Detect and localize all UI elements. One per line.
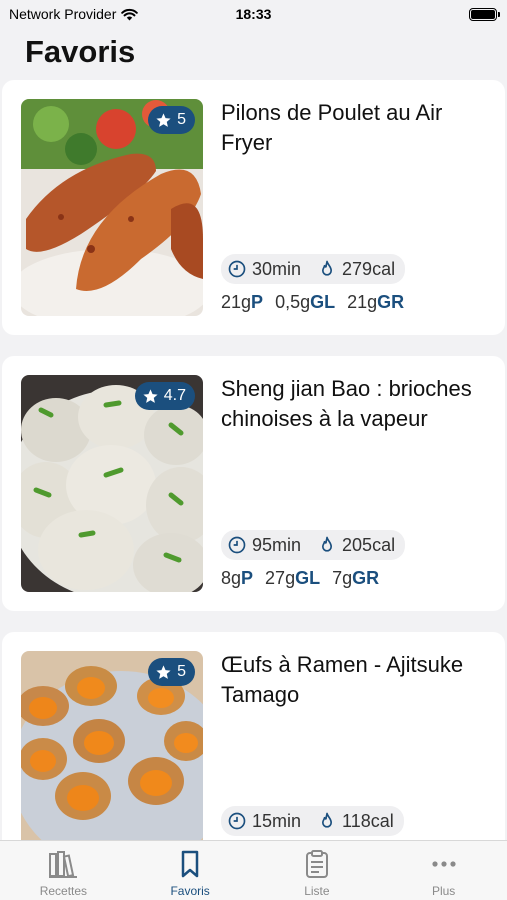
macro-protein: 21gP (221, 292, 264, 312)
star-icon (143, 388, 158, 403)
more-icon (432, 861, 456, 867)
tab-favoris[interactable]: Favoris (127, 841, 254, 900)
recipe-image: 4.7 (21, 375, 203, 592)
recipe-title: Pilons de Poulet au Air Fryer (221, 100, 443, 155)
rating-value: 4.7 (163, 387, 186, 404)
recipe-title: Sheng jian Bao : brioches chinoises à la… (221, 376, 472, 431)
carrier-label: Network Provider (9, 6, 117, 22)
flame-icon (322, 812, 333, 828)
rating-value: 5 (177, 663, 186, 680)
recipe-calories: 118cal (342, 810, 394, 831)
rating-badge: 4.7 (134, 382, 195, 410)
rating-value: 5 (177, 111, 186, 128)
star-icon (156, 112, 171, 127)
tab-recettes[interactable]: Recettes (0, 841, 127, 900)
recipe-calories: 205cal (342, 534, 396, 555)
macro-protein: 8gP (221, 568, 254, 588)
recipe-time: 30min (252, 258, 302, 279)
page-title: Favoris (25, 34, 136, 69)
tab-label: Favoris (170, 884, 210, 898)
tab-bar: Recettes Favoris Liste Plus (0, 840, 507, 900)
recipe-meta: 15min 118cal (221, 806, 404, 836)
recipe-macros: 21gP 0,5gGL 21gGR (221, 292, 404, 313)
flame-icon (322, 260, 333, 276)
battery-icon (469, 7, 500, 21)
recipe-image: 5 (21, 651, 203, 840)
tab-liste[interactable]: Liste (254, 841, 381, 900)
tab-plus[interactable]: Plus (380, 841, 507, 900)
macro-carbs: 7gGR (332, 568, 380, 588)
status-bar: Network Provider 18:33 (0, 0, 507, 28)
clock-icon (228, 536, 246, 554)
recipe-card[interactable]: 5 Œufs à Ramen - Ajitsuke Tamago 15min 1… (2, 632, 505, 840)
star-icon (156, 664, 171, 679)
bookmark-icon (181, 850, 199, 878)
recipe-macros: 8gP 27gGL 7gGR (221, 568, 379, 589)
macro-carbs: 21gGR (347, 292, 405, 312)
wifi-icon (121, 8, 139, 20)
recipe-list[interactable]: 5 Pilons de Poulet au Air Fryer 30min 27… (0, 80, 507, 840)
recipe-calories: 279cal (342, 258, 396, 279)
recipe-meta: 95min 205cal (221, 530, 406, 560)
clipboard-icon (305, 850, 328, 878)
recipe-card[interactable]: 4.7 Sheng jian Bao : brioches chinoises … (2, 356, 505, 611)
recipe-time: 95min (252, 534, 302, 555)
macro-lipids: 0,5gGL (275, 292, 336, 312)
rating-badge: 5 (148, 658, 195, 686)
books-icon (49, 851, 78, 878)
recipe-image: 5 (21, 99, 203, 316)
clock-icon (228, 260, 246, 278)
recipe-title: Œufs à Ramen - Ajitsuke Tamago (221, 652, 464, 707)
tab-label: Liste (304, 884, 330, 898)
recipe-meta: 30min 279cal (221, 254, 406, 284)
recipe-time: 15min (252, 810, 302, 831)
recipe-card[interactable]: 5 Pilons de Poulet au Air Fryer 30min 27… (2, 80, 505, 335)
macro-lipids: 27gGL (265, 568, 321, 588)
tab-label: Recettes (39, 884, 88, 898)
status-left: Network Provider (9, 6, 139, 22)
tab-label: Plus (431, 884, 456, 898)
clock-icon (228, 812, 246, 830)
flame-icon (322, 536, 333, 552)
rating-badge: 5 (148, 106, 195, 134)
